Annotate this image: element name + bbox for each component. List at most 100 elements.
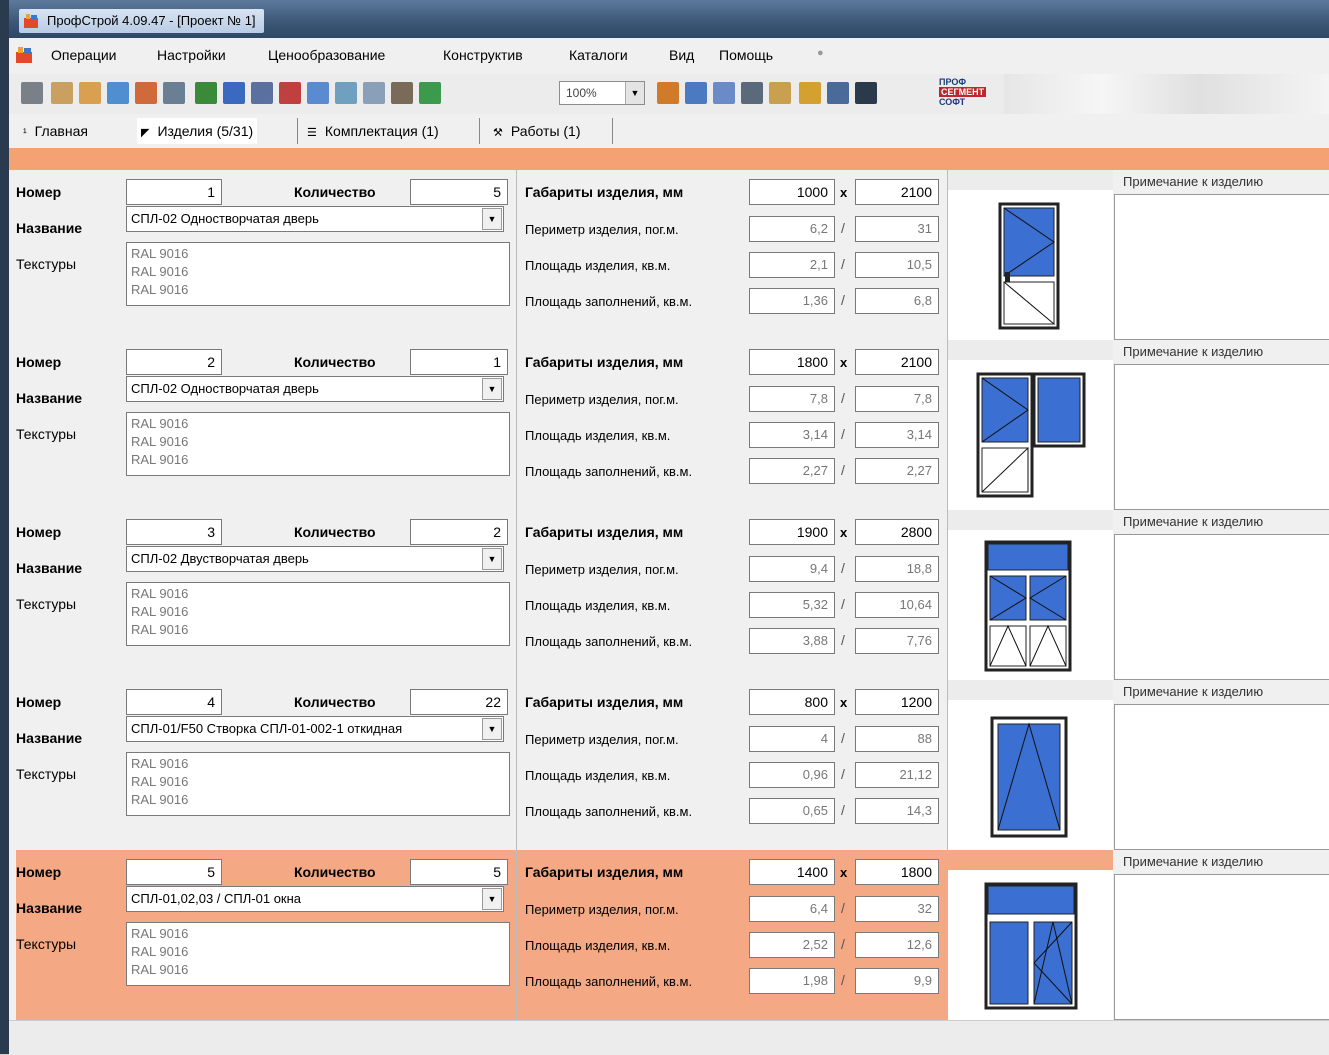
product-card[interactable]: Номер 1 Количество 5 Название СПЛ-02 Одн… — [16, 170, 1329, 341]
name-select[interactable]: СПЛ-02 Одностворчатая дверь ▼ — [126, 376, 504, 402]
title-bar[interactable]: ПрофСтрой 4.09.47 - [Проект № 1] — [9, 0, 1329, 38]
delete-icon[interactable] — [279, 82, 301, 104]
check-icon[interactable] — [713, 82, 735, 104]
product-image[interactable] — [947, 680, 1115, 850]
product-card[interactable]: Номер 5 Количество 5 Название СПЛ-01,02,… — [16, 850, 1329, 1021]
tab-main[interactable]: ¹ Главная — [19, 118, 92, 144]
height-field[interactable]: 1200 — [855, 689, 939, 715]
height-field[interactable]: 2100 — [855, 179, 939, 205]
print-icon[interactable] — [107, 82, 129, 104]
tools-icon[interactable] — [391, 82, 413, 104]
bars-icon[interactable] — [741, 82, 763, 104]
quantity-field[interactable]: 5 — [410, 859, 508, 885]
chevron-down-icon[interactable]: ▼ — [625, 82, 644, 104]
menu-construction[interactable]: Конструктив — [443, 47, 523, 63]
refresh-icon[interactable] — [685, 82, 707, 104]
height-field[interactable]: 1800 — [855, 859, 939, 885]
number-field[interactable]: 5 — [126, 859, 222, 885]
chevron-down-icon[interactable]: ▼ — [482, 888, 502, 910]
quantity-field[interactable]: 1 — [410, 349, 508, 375]
textures-label: Текстуры — [16, 766, 77, 782]
tab-products[interactable]: ◤ Изделия (5/31) — [137, 118, 258, 144]
product-main-section: Номер 3 Количество 2 Название СПЛ-02 Дву… — [16, 510, 516, 681]
table-icon[interactable] — [251, 82, 273, 104]
note-textarea[interactable] — [1114, 534, 1329, 680]
perimeter-total-field: 31 — [855, 216, 939, 242]
settings-icon[interactable] — [657, 82, 679, 104]
chevron-down-icon[interactable]: ▼ — [482, 548, 502, 570]
height-field[interactable]: 2800 — [855, 519, 939, 545]
width-field[interactable]: 1900 — [749, 519, 835, 545]
note-textarea[interactable] — [1114, 704, 1329, 850]
textures-list[interactable]: RAL 9016 RAL 9016 RAL 9016 — [126, 752, 510, 816]
name-select[interactable]: СПЛ-02 Одностворчатая дверь ▼ — [126, 206, 504, 232]
textures-list[interactable]: RAL 9016 RAL 9016 RAL 9016 — [126, 922, 510, 986]
image-icon[interactable] — [335, 82, 357, 104]
quantity-field[interactable]: 22 — [410, 689, 508, 715]
menu-view[interactable]: Вид — [669, 47, 694, 63]
paste-icon[interactable] — [163, 82, 185, 104]
menu-pin-icon[interactable]: ● — [817, 47, 824, 59]
tab-components[interactable]: ☰ Комплектация (1) — [303, 118, 443, 144]
product-card[interactable]: Номер 3 Количество 2 Название СПЛ-02 Дву… — [16, 510, 1329, 681]
zoom-select[interactable]: 100% ▼ — [559, 81, 645, 105]
menu-settings[interactable]: Настройки — [157, 47, 226, 63]
product-card[interactable]: Номер 2 Количество 1 Название СПЛ-02 Одн… — [16, 340, 1329, 511]
textures-list[interactable]: RAL 9016 RAL 9016 RAL 9016 — [126, 242, 510, 306]
tab-works[interactable]: ⚒ Работы (1) — [489, 118, 585, 144]
menu-help[interactable]: Помощь — [719, 47, 773, 63]
width-field[interactable]: 800 — [749, 689, 835, 715]
save-icon[interactable] — [79, 82, 101, 104]
height-field[interactable]: 2100 — [855, 349, 939, 375]
menu-operations[interactable]: Операции — [51, 47, 117, 63]
number-field[interactable]: 2 — [126, 349, 222, 375]
name-select[interactable]: СПЛ-02 Двустворчатая дверь ▼ — [126, 546, 504, 572]
menu-catalogs[interactable]: Каталоги — [569, 47, 628, 63]
texture-item: RAL 9016 — [131, 416, 189, 431]
grid-icon[interactable] — [419, 82, 441, 104]
copy-icon[interactable] — [135, 82, 157, 104]
value-separator: / — [841, 730, 845, 746]
phone-icon[interactable] — [855, 82, 877, 104]
chevron-down-icon[interactable]: ▼ — [482, 378, 502, 400]
toolbar: 100% ▼ ПРОФ СЕГМЕНТ СОФТ — [9, 74, 1329, 114]
note-label: Примечание к изделию — [1121, 854, 1266, 869]
name-select[interactable]: СПЛ-01/F50 Створка СПЛ-01-002-1 откидная… — [126, 716, 504, 742]
note-textarea[interactable] — [1114, 194, 1329, 340]
edit-item-icon[interactable] — [223, 82, 245, 104]
chevron-down-icon[interactable]: ▼ — [482, 208, 502, 230]
product-image[interactable] — [947, 170, 1115, 340]
report-icon[interactable] — [769, 82, 791, 104]
product-image[interactable] — [947, 510, 1115, 680]
number-field[interactable]: 3 — [126, 519, 222, 545]
textures-list[interactable]: RAL 9016 RAL 9016 RAL 9016 — [126, 412, 510, 476]
textures-list[interactable]: RAL 9016 RAL 9016 RAL 9016 — [126, 582, 510, 646]
width-field[interactable]: 1400 — [749, 859, 835, 885]
number-field[interactable]: 4 — [126, 689, 222, 715]
note-textarea[interactable] — [1114, 364, 1329, 510]
menu-pricing[interactable]: Ценообразование — [268, 47, 385, 63]
chevron-down-icon[interactable]: ▼ — [482, 718, 502, 740]
product-image[interactable] — [947, 340, 1115, 510]
name-select[interactable]: СПЛ-01,02,03 / СПЛ-01 окна ▼ — [126, 886, 504, 912]
add-item-icon[interactable] — [195, 82, 217, 104]
quantity-field[interactable]: 5 — [410, 179, 508, 205]
chart-icon[interactable] — [307, 82, 329, 104]
tab-separator — [479, 118, 480, 144]
note-textarea[interactable] — [1114, 874, 1329, 1020]
product-drawing — [948, 190, 1114, 343]
number-field[interactable]: 1 — [126, 179, 222, 205]
area-label: Площадь изделия, кв.м. — [525, 938, 671, 953]
picture-icon[interactable] — [363, 82, 385, 104]
app-menu-icon[interactable] — [15, 46, 33, 64]
open-folder-icon[interactable] — [51, 82, 73, 104]
calculator-icon[interactable] — [21, 82, 43, 104]
app-icon — [24, 14, 38, 28]
quantity-field[interactable]: 2 — [410, 519, 508, 545]
export-icon[interactable] — [799, 82, 821, 104]
width-field[interactable]: 1000 — [749, 179, 835, 205]
document-icon[interactable] — [827, 82, 849, 104]
product-card[interactable]: Номер 4 Количество 22 Название СПЛ-01/F5… — [16, 680, 1329, 851]
width-field[interactable]: 1800 — [749, 349, 835, 375]
product-image[interactable] — [947, 850, 1115, 1020]
